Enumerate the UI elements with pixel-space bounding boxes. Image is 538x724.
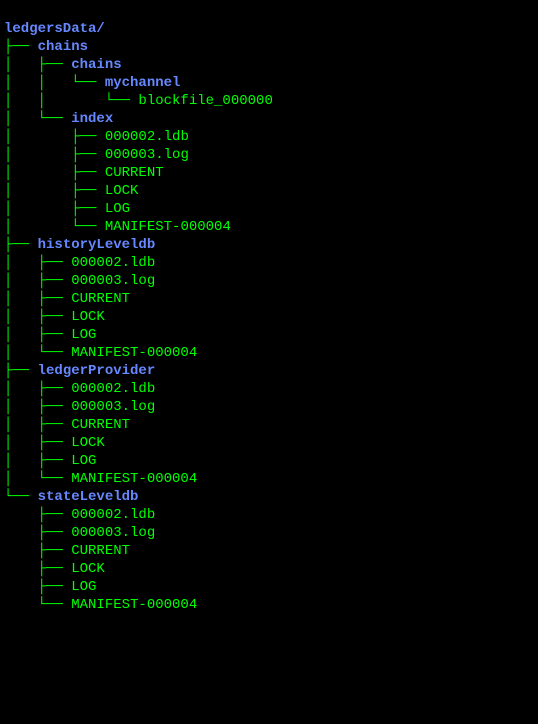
file-name: CURRENT	[71, 417, 130, 433]
tree-row: ├── 000003.log	[4, 524, 534, 542]
tree-branch: │ ├──	[4, 273, 71, 289]
tree-row: │ ├── LOCK	[4, 434, 534, 452]
tree-branch: │ ├──	[4, 147, 105, 163]
tree-row: │ ├── 000002.ldb	[4, 380, 534, 398]
tree-row: │ ├── 000003.log	[4, 146, 534, 164]
tree-branch: │ ├──	[4, 435, 71, 451]
tree-row: │ │ └── blockfile_000000	[4, 92, 534, 110]
dir-name: stateLeveldb	[38, 489, 139, 505]
tree-branch: │ ├──	[4, 57, 71, 73]
tree-row: └── MANIFEST-000004	[4, 596, 534, 614]
tree-branch: │ └──	[4, 111, 71, 127]
file-name: MANIFEST-000004	[71, 345, 197, 361]
tree-row: │ ├── 000003.log	[4, 272, 534, 290]
tree-branch: │ ├──	[4, 201, 105, 217]
file-name: MANIFEST-000004	[105, 219, 231, 235]
tree-branch: ├──	[4, 579, 71, 595]
tree-row: ├── CURRENT	[4, 542, 534, 560]
file-name: 000003.log	[71, 273, 155, 289]
file-name: CURRENT	[105, 165, 164, 181]
tree-branch: │ ├──	[4, 327, 71, 343]
file-name: 000002.ldb	[71, 255, 155, 271]
file-name: 000003.log	[71, 525, 155, 541]
tree-branch: │ ├──	[4, 399, 71, 415]
file-name: MANIFEST-000004	[71, 597, 197, 613]
file-name: LOG	[71, 579, 96, 595]
file-name: 000003.log	[105, 147, 189, 163]
tree-row: │ ├── CURRENT	[4, 290, 534, 308]
file-name: 000002.ldb	[71, 381, 155, 397]
tree-branch: │ └──	[4, 345, 71, 361]
tree-branch: │ │ └──	[4, 75, 105, 91]
tree-row: │ └── index	[4, 110, 534, 128]
dir-name: mychannel	[105, 75, 181, 91]
tree-row: │ ├── LOG	[4, 326, 534, 344]
file-name: blockfile_000000	[138, 93, 272, 109]
tree-row: │ ├── LOCK	[4, 182, 534, 200]
tree-branch: │ ├──	[4, 129, 105, 145]
tree-branch: │ └──	[4, 219, 105, 235]
tree-branch: ├──	[4, 39, 38, 55]
file-name: LOG	[71, 453, 96, 469]
tree-row: ├── 000002.ldb	[4, 506, 534, 524]
tree-row: ├── chains	[4, 38, 534, 56]
tree-row: │ └── MANIFEST-000004	[4, 218, 534, 236]
tree-row: │ ├── LOG	[4, 200, 534, 218]
file-name: CURRENT	[71, 291, 130, 307]
tree-branch: ├──	[4, 561, 71, 577]
tree-branch: └──	[4, 597, 71, 613]
tree-row: ├── historyLeveldb	[4, 236, 534, 254]
tree-branch: │ ├──	[4, 291, 71, 307]
tree-branch: │ ├──	[4, 165, 105, 181]
tree-branch: ├──	[4, 237, 38, 253]
dir-name: historyLeveldb	[38, 237, 156, 253]
dir-name: index	[71, 111, 113, 127]
tree-branch: │ ├──	[4, 309, 71, 325]
file-name: LOG	[71, 327, 96, 343]
tree-branch: │ │ └──	[4, 93, 138, 109]
file-name: CURRENT	[71, 543, 130, 559]
tree-row: │ ├── LOG	[4, 452, 534, 470]
tree-row: │ ├── LOCK	[4, 308, 534, 326]
dir-name: chains	[71, 57, 121, 73]
file-name: 000002.ldb	[71, 507, 155, 523]
tree-root: ledgersData/	[4, 20, 534, 38]
tree-branch: ├──	[4, 507, 71, 523]
tree-row: │ └── MANIFEST-000004	[4, 344, 534, 362]
tree-branch: │ ├──	[4, 381, 71, 397]
tree-branch: ├──	[4, 543, 71, 559]
tree-row: │ ├── 000002.ldb	[4, 254, 534, 272]
tree-branch: │ └──	[4, 471, 71, 487]
file-name: LOCK	[71, 435, 105, 451]
file-name: LOG	[105, 201, 130, 217]
tree-row: ├── LOG	[4, 578, 534, 596]
tree-row: │ ├── CURRENT	[4, 416, 534, 434]
file-name: 000003.log	[71, 399, 155, 415]
file-name: LOCK	[105, 183, 139, 199]
dir-name: chains	[38, 39, 88, 55]
tree-branch: ├──	[4, 525, 71, 541]
file-name: LOCK	[71, 309, 105, 325]
tree-row: ├── LOCK	[4, 560, 534, 578]
tree-row: │ │ └── mychannel	[4, 74, 534, 92]
file-name: 000002.ldb	[105, 129, 189, 145]
tree-branch: ├──	[4, 363, 38, 379]
tree-row: ├── ledgerProvider	[4, 362, 534, 380]
file-name: MANIFEST-000004	[71, 471, 197, 487]
dir-name: ledgersData/	[4, 21, 105, 37]
tree-branch: └──	[4, 489, 38, 505]
tree-row: │ ├── CURRENT	[4, 164, 534, 182]
tree-branch: │ ├──	[4, 453, 71, 469]
tree-branch: │ ├──	[4, 255, 71, 271]
tree-branch: │ ├──	[4, 417, 71, 433]
tree-row: └── stateLeveldb	[4, 488, 534, 506]
dir-name: ledgerProvider	[38, 363, 156, 379]
directory-tree: ledgersData/├── chains│ ├── chains│ │ └─…	[4, 20, 534, 614]
tree-row: │ ├── 000002.ldb	[4, 128, 534, 146]
tree-row: │ └── MANIFEST-000004	[4, 470, 534, 488]
tree-row: │ ├── chains	[4, 56, 534, 74]
file-name: LOCK	[71, 561, 105, 577]
tree-branch: │ ├──	[4, 183, 105, 199]
tree-row: │ ├── 000003.log	[4, 398, 534, 416]
